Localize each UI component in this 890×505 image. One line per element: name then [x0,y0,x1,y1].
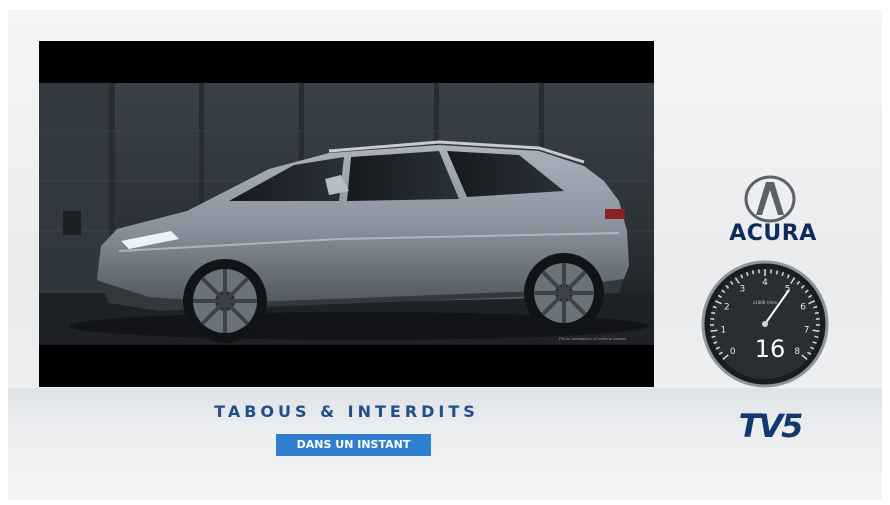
gauge-number: 4 [762,278,768,288]
gauge-number: 2 [724,302,730,312]
countdown-number: 16 [754,335,786,363]
coming-up-badge: DANS UN INSTANT [276,434,431,456]
gauge-tick [711,311,716,315]
gauge-tick [812,329,820,332]
gauge-tick [711,335,716,339]
gauge-number: 8 [794,347,800,357]
tv-screen: Photo simulation of vehicle shown TABOUS… [8,10,882,500]
ad-disclaimer-text: Photo simulation of vehicle shown [559,336,626,341]
gauge-tick [710,329,718,332]
gauge-number: 7 [804,326,810,336]
gauge-tick [814,335,819,339]
tv5-channel-logo: TV5 [738,407,804,445]
brand-name: ACURA [729,221,817,246]
gauge-number: 0 [730,347,736,357]
gauge-tick [751,270,755,275]
gauge-number: 3 [740,285,746,295]
commercial-video-frame: Photo simulation of vehicle shown [39,41,654,387]
gauge-tick [814,311,819,315]
gauge-sub-label: x1000 r/min [753,300,778,305]
program-title: TABOUS & INTERDITS [214,402,479,421]
acura-caliper-logo-icon [744,175,796,223]
gauge-number: 1 [721,326,727,336]
tachometer-countdown-icon: 012345678 x1000 r/min [701,260,829,388]
gauge-number: 6 [800,302,806,312]
gauge-tick [775,270,779,275]
